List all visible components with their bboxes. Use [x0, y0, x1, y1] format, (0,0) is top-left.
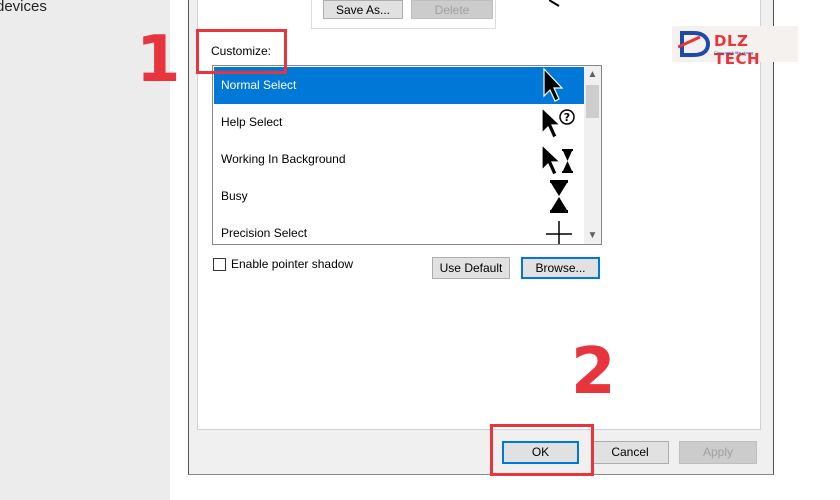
step-2-label: 2	[571, 335, 616, 409]
customize-highlight-box	[196, 29, 287, 74]
working-cursor-icon	[541, 143, 573, 176]
use-default-button[interactable]: Use Default	[432, 257, 510, 279]
hourglass-cursor-icon	[550, 180, 568, 213]
pointer-shadow-label: Enable pointer shadow	[231, 257, 354, 271]
browse-button[interactable]: Browse...	[521, 257, 600, 279]
list-item-label: Working In Background	[221, 152, 346, 166]
cancel-button[interactable]: Cancel	[591, 441, 669, 464]
left-pane-text[interactable]: devices	[0, 0, 47, 15]
help-cursor-icon: ?	[541, 106, 575, 139]
scroll-up-icon[interactable]: ▲	[584, 66, 601, 83]
arrow-cursor-preview-icon	[549, 0, 560, 7]
pointer-shadow-checkbox[interactable]	[213, 258, 226, 271]
cursor-list[interactable]: Normal Select Help Select ? Working In B…	[212, 65, 602, 245]
list-item-label: Help Select	[221, 115, 283, 129]
arrow-cursor-icon	[543, 67, 564, 102]
list-scrollbar[interactable]: ▲ ▼	[584, 66, 601, 244]
ok-highlight-box	[490, 424, 594, 476]
list-item-label: Normal Select	[221, 78, 297, 92]
svg-text:?: ?	[564, 111, 570, 124]
step-1-label: 1	[136, 23, 181, 97]
list-item-label: Busy	[221, 189, 248, 203]
delete-button[interactable]: Delete	[411, 0, 493, 19]
brand-logo: DLZ TECH Công nghệ tiên phong	[672, 26, 798, 68]
save-as-button[interactable]: Save As...	[323, 0, 403, 19]
crosshair-cursor-icon	[546, 221, 572, 244]
logo-mark-icon	[678, 31, 711, 57]
list-item[interactable]: Busy	[214, 178, 584, 215]
list-item-label: Precision Select	[221, 226, 308, 240]
list-item[interactable]: Help Select ?	[214, 104, 584, 141]
list-item[interactable]: Precision Select	[214, 215, 584, 244]
scroll-down-icon[interactable]: ▼	[584, 227, 601, 244]
list-item[interactable]: Working In Background	[214, 141, 584, 178]
logo-tagline: Công nghệ tiên phong	[714, 50, 754, 55]
scroll-thumb[interactable]	[586, 85, 599, 118]
apply-button[interactable]: Apply	[679, 441, 757, 464]
